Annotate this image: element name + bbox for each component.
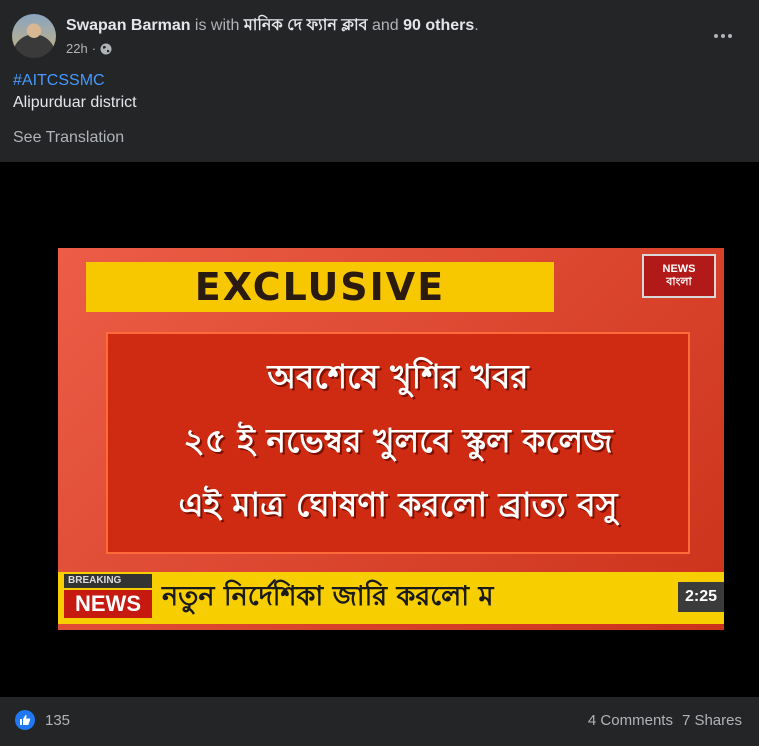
headline-line-3: এই মাত্র ঘোষণা করলো ব্রাত্য বসু: [178, 485, 618, 524]
news-text: NEWS: [64, 590, 152, 618]
logo-line-1: NEWS: [662, 263, 696, 275]
author-name[interactable]: Swapan Barman: [66, 17, 190, 34]
thumbs-up-icon[interactable]: [15, 710, 35, 730]
post-image[interactable]: EXCLUSIVE NEWS বাংলা অবশেষে খুশির খবর ২৫…: [0, 162, 759, 697]
headline-panel: অবশেষে খুশির খবর ২৫ ই নভেম্বর খুলবে স্কু…: [106, 332, 690, 554]
facebook-post: Swapan Barman is with মানিক দে ফ্যান ক্ল…: [0, 0, 759, 746]
globe-icon[interactable]: [100, 43, 112, 55]
reaction-count[interactable]: 135: [45, 712, 70, 729]
ticker-text: নতুন নির্দেশিকা জারি করলো ম: [162, 580, 494, 612]
period-text: .: [474, 17, 479, 34]
post-header: Swapan Barman is with মানিক দে ফ্যান ক্ল…: [12, 14, 747, 60]
shares-link[interactable]: 7 Shares: [682, 712, 742, 729]
more-dot-icon: [728, 34, 732, 38]
exclusive-banner: EXCLUSIVE: [86, 262, 554, 312]
thumbs-up-glyph: [20, 715, 31, 725]
headline-line-1: অবশেষে খুশির খবর: [267, 357, 529, 396]
tagged-page-link[interactable]: মানিক দে ফ্যান ক্লাব: [244, 17, 368, 34]
post-meta: 22h ·: [66, 41, 112, 56]
news-screenshot: EXCLUSIVE NEWS বাংলা অবশেষে খুশির খবর ২৫…: [58, 248, 724, 630]
author-line: Swapan Barman is with মানিক দে ফ্যান ক্ল…: [66, 16, 479, 36]
post-time[interactable]: 22h: [66, 41, 88, 56]
headline-line-2: ২৫ ই নভেম্বর খুলবে স্কুল কলেজ: [183, 421, 613, 460]
and-text: and: [367, 17, 404, 34]
more-dot-icon: [721, 34, 725, 38]
avatar[interactable]: [12, 14, 56, 58]
news-ticker: BREAKING NEWS নতুন নির্দেশিকা জারি করলো …: [58, 572, 724, 624]
breaking-news-label: BREAKING NEWS: [64, 574, 154, 622]
clock: 2:25: [678, 582, 724, 612]
others-link[interactable]: 90 others: [403, 17, 474, 34]
more-options-button[interactable]: [711, 24, 735, 48]
comments-link[interactable]: 4 Comments: [588, 712, 673, 729]
logo-line-2: বাংলা: [666, 276, 692, 288]
channel-logo: NEWS বাংলা: [642, 254, 716, 298]
post-text: Alipurduar district: [13, 94, 137, 111]
hashtag-link[interactable]: #AITCSSMC: [13, 72, 105, 90]
exclusive-text: EXCLUSIVE: [194, 265, 446, 309]
more-dot-icon: [714, 34, 718, 38]
see-translation-link[interactable]: See Translation: [13, 129, 124, 147]
with-text: is with: [190, 17, 244, 34]
post-footer: 135 4 Comments 7 Shares: [0, 697, 759, 746]
breaking-text: BREAKING: [64, 574, 152, 588]
engagement-stats: 4 Comments 7 Shares: [588, 712, 742, 729]
